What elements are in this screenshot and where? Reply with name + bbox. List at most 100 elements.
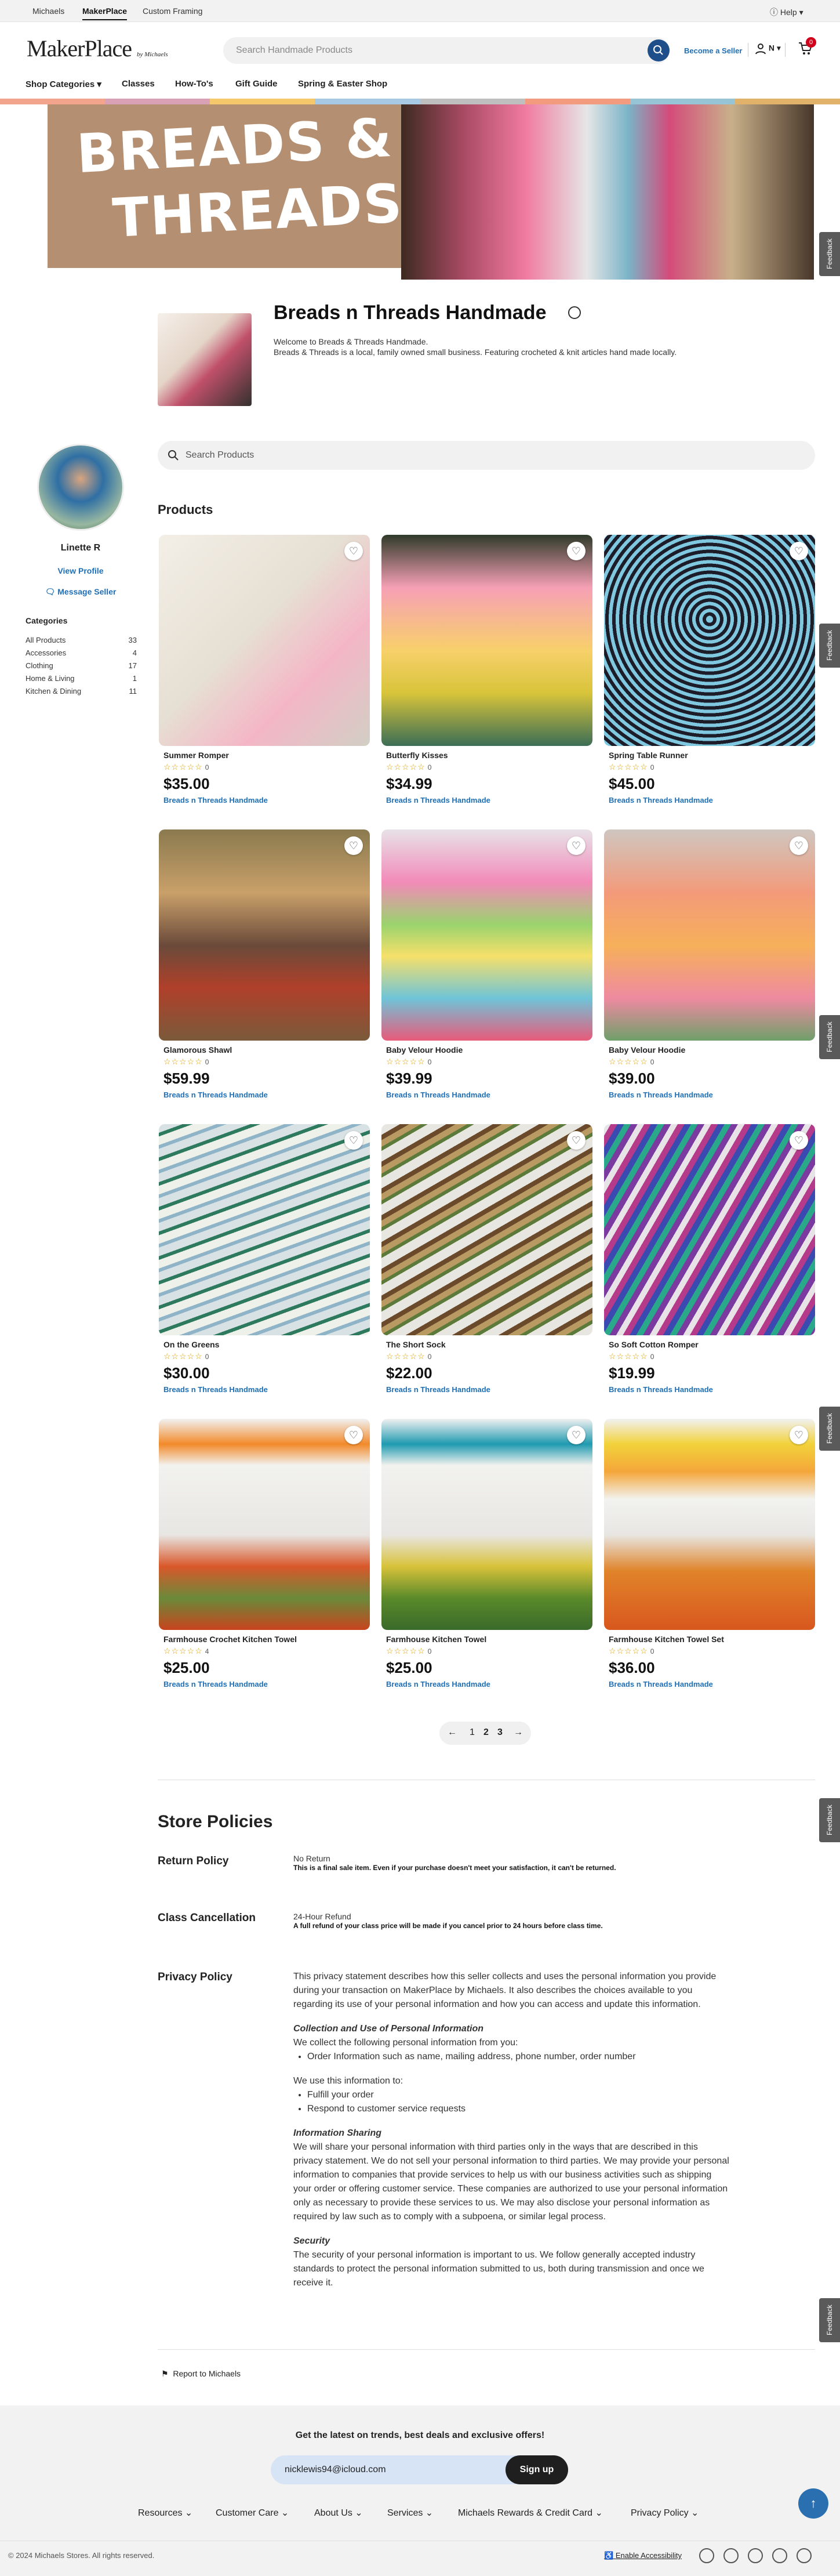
product-seller-link[interactable]: Breads n Threads Handmade [386, 1090, 490, 1099]
product-name[interactable]: Baby Velour Hoodie [609, 1045, 685, 1055]
feedback-tab[interactable]: Feedback [819, 1015, 840, 1059]
product-image[interactable] [381, 535, 592, 746]
favorite-heart-icon[interactable]: ♡ [344, 1426, 363, 1444]
product-seller-link[interactable]: Breads n Threads Handmade [609, 796, 713, 805]
favorite-heart-icon[interactable]: ♡ [567, 1426, 586, 1444]
favorite-heart-icon[interactable]: ♡ [790, 836, 808, 855]
category-item[interactable]: Kitchen & Dining 11 [26, 687, 137, 695]
product-card[interactable]: ♡ Baby Velour Hoodie ☆☆☆☆☆ 0 $39.00 Bread… [604, 829, 815, 1108]
favorite-store-heart-icon[interactable] [568, 306, 581, 319]
cart-button[interactable]: 0 [798, 37, 816, 59]
product-seller-link[interactable]: Breads n Threads Handmade [609, 1680, 713, 1689]
become-seller-link[interactable]: Become a Seller [684, 46, 742, 55]
feedback-tab[interactable]: Feedback [819, 1798, 840, 1842]
feedback-tab[interactable]: Feedback [819, 624, 840, 668]
product-search[interactable]: Search Products [158, 441, 815, 470]
product-image[interactable] [604, 1124, 815, 1335]
makerplace-logo[interactable]: MakerPlace by Michaels [27, 35, 168, 62]
message-seller-link[interactable]: 🗨 Message Seller [0, 587, 161, 597]
product-name[interactable]: Farmhouse Kitchen Towel Set [609, 1635, 724, 1644]
product-name[interactable]: So Soft Cotton Romper [609, 1340, 699, 1349]
product-seller-link[interactable]: Breads n Threads Handmade [386, 1385, 490, 1394]
product-seller-link[interactable]: Breads n Threads Handmade [386, 796, 490, 805]
favorite-heart-icon[interactable]: ♡ [344, 1131, 363, 1150]
footer-link-about-us[interactable]: About Us ⌄ [314, 2507, 363, 2519]
product-seller-link[interactable]: Breads n Threads Handmade [163, 1680, 268, 1689]
next-page-arrow-icon[interactable]: → [514, 1727, 523, 1738]
category-item[interactable]: All Products 33 [26, 636, 137, 644]
product-image[interactable] [381, 1419, 592, 1630]
facebook-icon[interactable] [699, 2548, 714, 2563]
youtube-icon[interactable] [797, 2548, 812, 2563]
product-image[interactable] [381, 1124, 592, 1335]
feedback-tab[interactable]: Feedback [819, 232, 840, 276]
product-card[interactable]: ♡ Glamorous Shawl ☆☆☆☆☆ 0 $59.99 Breads n… [159, 829, 370, 1108]
product-seller-link[interactable]: Breads n Threads Handmade [386, 1680, 490, 1689]
product-card[interactable]: ♡ Farmhouse Kitchen Towel ☆☆☆☆☆ 0 $25.00 … [381, 1419, 592, 1697]
nav-classes[interactable]: Classes [122, 79, 155, 89]
favorite-heart-icon[interactable]: ♡ [790, 1426, 808, 1444]
product-seller-link[interactable]: Breads n Threads Handmade [163, 1385, 268, 1394]
product-name[interactable]: Farmhouse Kitchen Towel [386, 1635, 486, 1644]
pinterest-icon[interactable] [748, 2548, 763, 2563]
back-to-top-button[interactable]: ↑ [798, 2488, 828, 2519]
product-seller-link[interactable]: Breads n Threads Handmade [163, 1090, 268, 1099]
page-3[interactable]: 3 [497, 1727, 503, 1738]
accessibility-link[interactable]: ♿ Enable Accessibility [604, 2551, 682, 2560]
product-name[interactable]: Glamorous Shawl [163, 1045, 232, 1055]
product-seller-link[interactable]: Breads n Threads Handmade [163, 796, 268, 805]
category-item[interactable]: Accessories 4 [26, 648, 137, 657]
x-twitter-icon[interactable] [772, 2548, 787, 2563]
footer-link-resources[interactable]: Resources ⌄ [138, 2507, 192, 2519]
product-name[interactable]: The Short Sock [386, 1340, 446, 1349]
signup-button[interactable]: Sign up [506, 2455, 568, 2484]
footer-link-rewards[interactable]: Michaels Rewards & Credit Card ⌄ [458, 2507, 603, 2519]
prev-page-arrow-icon[interactable]: ← [448, 1727, 457, 1738]
favorite-heart-icon[interactable]: ♡ [790, 1131, 808, 1150]
product-card[interactable]: ♡ On the Greens ☆☆☆☆☆ 0 $30.00 Breads n T… [159, 1124, 370, 1403]
product-search-input[interactable]: Search Products [186, 450, 254, 461]
topbar-link-makerplace[interactable]: MakerPlace [82, 6, 128, 20]
product-card[interactable]: ♡ Farmhouse Kitchen Towel Set ☆☆☆☆☆ 0 $36… [604, 1419, 815, 1697]
footer-link-services[interactable]: Services ⌄ [387, 2507, 433, 2519]
page-2[interactable]: 2 [483, 1727, 489, 1738]
footer-link-customer-care[interactable]: Customer Care ⌄ [216, 2507, 289, 2519]
footer-link-privacy[interactable]: Privacy Policy ⌄ [631, 2507, 699, 2519]
category-item[interactable]: Home & Living 1 [26, 674, 137, 683]
product-seller-link[interactable]: Breads n Threads Handmade [609, 1090, 713, 1099]
account-menu[interactable]: N ▾ [755, 43, 781, 55]
category-item[interactable]: Clothing 17 [26, 661, 137, 670]
product-image[interactable] [159, 1419, 370, 1630]
product-card[interactable]: ♡ Farmhouse Crochet Kitchen Towel ☆☆☆☆☆ 4… [159, 1419, 370, 1697]
product-card[interactable]: ♡ Summer Romper ☆☆☆☆☆ 0 $35.00 Breads n T… [159, 535, 370, 813]
nav-spring-easter[interactable]: Spring & Easter Shop [298, 79, 387, 89]
topbar-link-michaels[interactable]: Michaels [32, 6, 64, 16]
product-image[interactable] [604, 1419, 815, 1630]
product-card[interactable]: ♡ Baby Velour Hoodie ☆☆☆☆☆ 0 $39.99 Bread… [381, 829, 592, 1108]
product-image[interactable] [604, 535, 815, 746]
search-bar[interactable]: Search Handmade Products [223, 37, 670, 64]
view-profile-link[interactable]: View Profile [0, 566, 161, 575]
favorite-heart-icon[interactable]: ♡ [567, 836, 586, 855]
search-input[interactable]: Search Handmade Products [236, 45, 352, 56]
product-image[interactable] [381, 829, 592, 1041]
feedback-tab[interactable]: Feedback [819, 1407, 840, 1451]
product-name[interactable]: Butterfly Kisses [386, 751, 448, 760]
product-name[interactable]: Baby Velour Hoodie [386, 1045, 463, 1055]
product-image[interactable] [604, 829, 815, 1041]
report-link[interactable]: ⚑ Report to Michaels [161, 2369, 241, 2379]
product-name[interactable]: Farmhouse Crochet Kitchen Towel [163, 1635, 297, 1644]
product-card[interactable]: ♡ Butterfly Kisses ☆☆☆☆☆ 0 $34.99 Breads … [381, 535, 592, 813]
favorite-heart-icon[interactable]: ♡ [790, 542, 808, 560]
product-card[interactable]: ♡ So Soft Cotton Romper ☆☆☆☆☆ 0 $19.99 Br… [604, 1124, 815, 1403]
product-seller-link[interactable]: Breads n Threads Handmade [609, 1385, 713, 1394]
help-menu[interactable]: ⓘ Help ▾ [770, 6, 803, 18]
topbar-link-custom-framing[interactable]: Custom Framing [143, 6, 202, 16]
product-name[interactable]: On the Greens [163, 1340, 219, 1349]
favorite-heart-icon[interactable]: ♡ [567, 542, 586, 560]
product-name[interactable]: Spring Table Runner [609, 751, 688, 760]
favorite-heart-icon[interactable]: ♡ [344, 836, 363, 855]
instagram-icon[interactable] [723, 2548, 739, 2563]
product-card[interactable]: ♡ Spring Table Runner ☆☆☆☆☆ 0 $45.00 Brea… [604, 535, 815, 813]
search-button[interactable] [648, 39, 670, 61]
